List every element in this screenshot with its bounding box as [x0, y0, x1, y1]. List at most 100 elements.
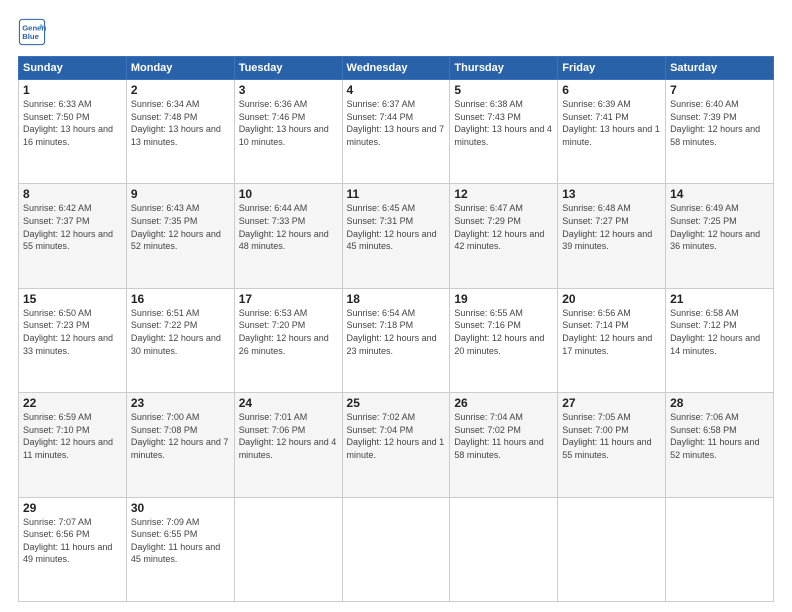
day-number: 28: [670, 396, 769, 410]
day-info: Sunrise: 7:06 AMSunset: 6:58 PMDaylight:…: [670, 411, 769, 461]
calendar-cell: 20Sunrise: 6:56 AMSunset: 7:14 PMDayligh…: [558, 288, 666, 392]
calendar-cell: 10Sunrise: 6:44 AMSunset: 7:33 PMDayligh…: [234, 184, 342, 288]
calendar-cell: 16Sunrise: 6:51 AMSunset: 7:22 PMDayligh…: [126, 288, 234, 392]
calendar-cell: [666, 497, 774, 601]
day-number: 19: [454, 292, 553, 306]
calendar-cell: 1Sunrise: 6:33 AMSunset: 7:50 PMDaylight…: [19, 80, 127, 184]
day-info: Sunrise: 6:44 AMSunset: 7:33 PMDaylight:…: [239, 202, 338, 252]
day-info: Sunrise: 7:01 AMSunset: 7:06 PMDaylight:…: [239, 411, 338, 461]
day-number: 17: [239, 292, 338, 306]
day-number: 16: [131, 292, 230, 306]
day-number: 23: [131, 396, 230, 410]
calendar-cell: 23Sunrise: 7:00 AMSunset: 7:08 PMDayligh…: [126, 393, 234, 497]
day-number: 6: [562, 83, 661, 97]
day-number: 4: [347, 83, 446, 97]
calendar-cell: 4Sunrise: 6:37 AMSunset: 7:44 PMDaylight…: [342, 80, 450, 184]
col-header-tuesday: Tuesday: [234, 57, 342, 80]
day-info: Sunrise: 6:45 AMSunset: 7:31 PMDaylight:…: [347, 202, 446, 252]
page: General Blue SundayMondayTuesdayWednesda…: [0, 0, 792, 612]
calendar-cell: 7Sunrise: 6:40 AMSunset: 7:39 PMDaylight…: [666, 80, 774, 184]
day-info: Sunrise: 6:39 AMSunset: 7:41 PMDaylight:…: [562, 98, 661, 148]
calendar-cell: 22Sunrise: 6:59 AMSunset: 7:10 PMDayligh…: [19, 393, 127, 497]
calendar-cell: 18Sunrise: 6:54 AMSunset: 7:18 PMDayligh…: [342, 288, 450, 392]
day-info: Sunrise: 6:36 AMSunset: 7:46 PMDaylight:…: [239, 98, 338, 148]
day-info: Sunrise: 6:58 AMSunset: 7:12 PMDaylight:…: [670, 307, 769, 357]
calendar-cell: 24Sunrise: 7:01 AMSunset: 7:06 PMDayligh…: [234, 393, 342, 497]
day-info: Sunrise: 7:02 AMSunset: 7:04 PMDaylight:…: [347, 411, 446, 461]
day-number: 20: [562, 292, 661, 306]
day-info: Sunrise: 6:50 AMSunset: 7:23 PMDaylight:…: [23, 307, 122, 357]
calendar-cell: 5Sunrise: 6:38 AMSunset: 7:43 PMDaylight…: [450, 80, 558, 184]
day-number: 15: [23, 292, 122, 306]
day-number: 25: [347, 396, 446, 410]
calendar-week-5: 29Sunrise: 7:07 AMSunset: 6:56 PMDayligh…: [19, 497, 774, 601]
day-number: 3: [239, 83, 338, 97]
day-number: 14: [670, 187, 769, 201]
day-info: Sunrise: 6:42 AMSunset: 7:37 PMDaylight:…: [23, 202, 122, 252]
calendar-cell: 14Sunrise: 6:49 AMSunset: 7:25 PMDayligh…: [666, 184, 774, 288]
day-info: Sunrise: 6:34 AMSunset: 7:48 PMDaylight:…: [131, 98, 230, 148]
day-number: 11: [347, 187, 446, 201]
day-info: Sunrise: 6:33 AMSunset: 7:50 PMDaylight:…: [23, 98, 122, 148]
col-header-saturday: Saturday: [666, 57, 774, 80]
calendar-cell: 2Sunrise: 6:34 AMSunset: 7:48 PMDaylight…: [126, 80, 234, 184]
calendar-cell: [234, 497, 342, 601]
col-header-thursday: Thursday: [450, 57, 558, 80]
calendar-cell: 15Sunrise: 6:50 AMSunset: 7:23 PMDayligh…: [19, 288, 127, 392]
calendar-week-2: 8Sunrise: 6:42 AMSunset: 7:37 PMDaylight…: [19, 184, 774, 288]
day-number: 12: [454, 187, 553, 201]
calendar-cell: 12Sunrise: 6:47 AMSunset: 7:29 PMDayligh…: [450, 184, 558, 288]
calendar-cell: 29Sunrise: 7:07 AMSunset: 6:56 PMDayligh…: [19, 497, 127, 601]
day-number: 26: [454, 396, 553, 410]
day-number: 9: [131, 187, 230, 201]
day-info: Sunrise: 7:00 AMSunset: 7:08 PMDaylight:…: [131, 411, 230, 461]
day-number: 21: [670, 292, 769, 306]
day-info: Sunrise: 6:54 AMSunset: 7:18 PMDaylight:…: [347, 307, 446, 357]
calendar-cell: 3Sunrise: 6:36 AMSunset: 7:46 PMDaylight…: [234, 80, 342, 184]
calendar-week-3: 15Sunrise: 6:50 AMSunset: 7:23 PMDayligh…: [19, 288, 774, 392]
day-info: Sunrise: 6:38 AMSunset: 7:43 PMDaylight:…: [454, 98, 553, 148]
calendar-week-1: 1Sunrise: 6:33 AMSunset: 7:50 PMDaylight…: [19, 80, 774, 184]
calendar-table: SundayMondayTuesdayWednesdayThursdayFrid…: [18, 56, 774, 602]
calendar-cell: [450, 497, 558, 601]
calendar-cell: 13Sunrise: 6:48 AMSunset: 7:27 PMDayligh…: [558, 184, 666, 288]
day-info: Sunrise: 7:04 AMSunset: 7:02 PMDaylight:…: [454, 411, 553, 461]
calendar-cell: 26Sunrise: 7:04 AMSunset: 7:02 PMDayligh…: [450, 393, 558, 497]
calendar-cell: 27Sunrise: 7:05 AMSunset: 7:00 PMDayligh…: [558, 393, 666, 497]
col-header-friday: Friday: [558, 57, 666, 80]
day-info: Sunrise: 6:55 AMSunset: 7:16 PMDaylight:…: [454, 307, 553, 357]
day-number: 27: [562, 396, 661, 410]
day-info: Sunrise: 6:43 AMSunset: 7:35 PMDaylight:…: [131, 202, 230, 252]
day-info: Sunrise: 6:59 AMSunset: 7:10 PMDaylight:…: [23, 411, 122, 461]
day-number: 10: [239, 187, 338, 201]
day-info: Sunrise: 7:09 AMSunset: 6:55 PMDaylight:…: [131, 516, 230, 566]
day-info: Sunrise: 7:05 AMSunset: 7:00 PMDaylight:…: [562, 411, 661, 461]
calendar-cell: 25Sunrise: 7:02 AMSunset: 7:04 PMDayligh…: [342, 393, 450, 497]
calendar-cell: 17Sunrise: 6:53 AMSunset: 7:20 PMDayligh…: [234, 288, 342, 392]
day-number: 5: [454, 83, 553, 97]
logo: General Blue: [18, 18, 50, 46]
day-info: Sunrise: 6:37 AMSunset: 7:44 PMDaylight:…: [347, 98, 446, 148]
col-header-wednesday: Wednesday: [342, 57, 450, 80]
col-header-monday: Monday: [126, 57, 234, 80]
calendar-cell: [342, 497, 450, 601]
day-number: 30: [131, 501, 230, 515]
calendar-cell: 30Sunrise: 7:09 AMSunset: 6:55 PMDayligh…: [126, 497, 234, 601]
day-info: Sunrise: 6:53 AMSunset: 7:20 PMDaylight:…: [239, 307, 338, 357]
svg-text:General: General: [22, 24, 46, 33]
calendar-cell: 8Sunrise: 6:42 AMSunset: 7:37 PMDaylight…: [19, 184, 127, 288]
calendar-week-4: 22Sunrise: 6:59 AMSunset: 7:10 PMDayligh…: [19, 393, 774, 497]
calendar-cell: [558, 497, 666, 601]
calendar-cell: 28Sunrise: 7:06 AMSunset: 6:58 PMDayligh…: [666, 393, 774, 497]
day-number: 8: [23, 187, 122, 201]
header: General Blue: [18, 18, 774, 46]
day-info: Sunrise: 7:07 AMSunset: 6:56 PMDaylight:…: [23, 516, 122, 566]
day-info: Sunrise: 6:49 AMSunset: 7:25 PMDaylight:…: [670, 202, 769, 252]
day-info: Sunrise: 6:56 AMSunset: 7:14 PMDaylight:…: [562, 307, 661, 357]
day-info: Sunrise: 6:47 AMSunset: 7:29 PMDaylight:…: [454, 202, 553, 252]
col-header-sunday: Sunday: [19, 57, 127, 80]
day-number: 18: [347, 292, 446, 306]
day-number: 24: [239, 396, 338, 410]
day-number: 2: [131, 83, 230, 97]
svg-text:Blue: Blue: [22, 32, 39, 41]
